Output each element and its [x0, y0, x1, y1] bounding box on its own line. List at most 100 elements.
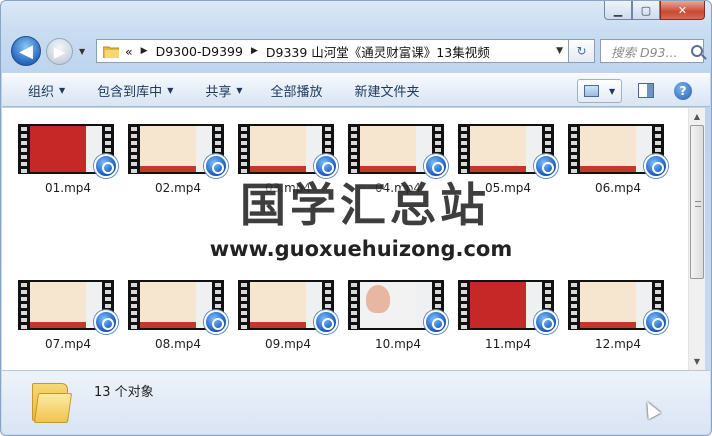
view-icon — [584, 85, 599, 97]
chevron-down-icon: ▼ — [167, 85, 174, 95]
file-name: 01.mp4 — [44, 181, 92, 195]
file-name: 10.mp4 — [374, 337, 422, 351]
breadcrumb-parent[interactable]: D9300-D9399 — [156, 44, 243, 59]
include-in-library-button[interactable]: 包含到库中 ▼ — [97, 74, 173, 106]
scroll-up-button[interactable]: ▲ — [689, 108, 705, 125]
film-strip — [128, 124, 140, 174]
media-player-icon — [424, 310, 448, 334]
media-player-icon — [204, 310, 228, 334]
breadcrumb-separator[interactable]: ▶ — [141, 46, 148, 56]
back-button[interactable]: ◀ — [11, 36, 41, 66]
file-item[interactable]: 11.mp4 — [458, 280, 562, 360]
media-player-icon — [534, 154, 558, 178]
media-player-icon — [314, 310, 338, 334]
film-strip — [568, 124, 580, 174]
new-folder-button[interactable]: 新建文件夹 — [355, 74, 420, 106]
file-item[interactable]: 02.mp4 — [128, 124, 232, 204]
file-name: 06.mp4 — [594, 181, 642, 195]
share-label: 共享 — [205, 84, 232, 100]
scrollbar-grip — [695, 201, 701, 207]
file-item[interactable]: 12.mp4 — [568, 280, 672, 360]
breadcrumb-separator[interactable]: ▶ — [251, 46, 258, 56]
help-button[interactable]: ? — [674, 82, 692, 100]
search-placeholder: 搜索 D93... — [611, 44, 678, 60]
media-player-icon — [644, 154, 668, 178]
file-item[interactable]: 06.mp4 — [568, 124, 672, 204]
video-frame — [140, 282, 212, 328]
item-count: 13 个对象 — [94, 385, 154, 400]
file-name: 11.mp4 — [484, 337, 532, 351]
refresh-icon: ↻ — [576, 44, 587, 58]
file-name: 09.mp4 — [264, 337, 312, 351]
film-strip — [128, 280, 140, 330]
new-folder-label: 新建文件夹 — [354, 84, 420, 100]
file-item[interactable]: 08.mp4 — [128, 280, 232, 360]
file-name: 02.mp4 — [154, 181, 202, 195]
organize-label: 组织 — [28, 84, 55, 100]
video-frame — [250, 282, 322, 328]
video-frame — [580, 282, 652, 328]
file-name: 08.mp4 — [154, 337, 202, 351]
file-item[interactable]: 07.mp4 — [18, 280, 122, 360]
film-strip — [348, 124, 360, 174]
media-player-icon — [94, 310, 118, 334]
video-frame — [140, 126, 212, 172]
film-strip — [238, 280, 250, 330]
video-frame — [470, 282, 542, 328]
media-player-icon — [534, 310, 558, 334]
play-all-button[interactable]: 全部播放 — [271, 74, 323, 106]
scrollbar-thumb[interactable] — [690, 125, 704, 279]
film-strip — [568, 280, 580, 330]
file-item[interactable]: 01.mp4 — [18, 124, 122, 204]
refresh-button[interactable]: ↻ — [569, 39, 595, 63]
back-arrow-icon: ◀ — [19, 40, 33, 62]
search-input[interactable]: 搜索 D93... — [600, 39, 704, 63]
film-strip — [458, 124, 470, 174]
film-strip — [348, 280, 360, 330]
folder-icon — [30, 379, 73, 423]
breadcrumb-current[interactable]: D9339 山河堂《通灵财富课》13集视频 — [266, 42, 490, 61]
person-image — [366, 285, 390, 313]
chevron-down-icon: ▼ — [609, 86, 616, 96]
maximize-button[interactable]: ▢ — [632, 1, 660, 20]
organize-button[interactable]: 组织 ▼ — [28, 74, 65, 106]
change-view-button[interactable]: ▼ — [577, 79, 622, 103]
address-dropdown-icon[interactable]: ▼ — [556, 46, 563, 56]
command-bar: 组织 ▼ 包含到库中 ▼ 共享 ▼ 全部播放 新建文件夹 ▼ ? — [2, 73, 710, 107]
video-frame — [250, 126, 322, 172]
preview-pane-button[interactable] — [638, 83, 654, 98]
vertical-scrollbar[interactable]: ▲ ▼ — [688, 108, 705, 370]
minimize-button[interactable]: ▁ — [604, 1, 632, 20]
file-name: 07.mp4 — [44, 337, 92, 351]
share-button[interactable]: 共享 ▼ — [205, 74, 242, 106]
forward-arrow-icon: ▶ — [53, 42, 66, 61]
chevron-down-icon: ▼ — [59, 85, 66, 95]
include-in-library-label: 包含到库中 — [97, 84, 163, 100]
address-bar[interactable]: « ▶ D9300-D9399 ▶ D9339 山河堂《通灵财富课》13集视频 … — [96, 39, 569, 63]
navigation-bar: ◀ ▶ ▼ « ▶ D9300-D9399 ▶ D9339 山河堂《通灵财富课》… — [1, 35, 711, 67]
video-frame — [470, 126, 542, 172]
film-strip — [18, 124, 30, 174]
media-player-icon — [644, 310, 668, 334]
recent-pages-dropdown[interactable]: ▼ — [79, 47, 85, 56]
video-frame — [360, 126, 432, 172]
watermark-title: 国学汇总站 — [240, 178, 490, 232]
address-overflow-button[interactable]: « — [125, 44, 133, 59]
folder-icon — [102, 45, 120, 58]
help-icon: ? — [679, 84, 687, 98]
caption-buttons: ▁ ▢ ✕ — [604, 1, 705, 22]
watermark-url: www.guoxuehuizong.com — [209, 237, 513, 261]
file-item[interactable]: 10.mp4 — [348, 280, 452, 360]
explorer-window: ▁ ▢ ✕ ◀ ▶ ▼ « ▶ D9300-D9399 ▶ D9339 山河堂《… — [0, 0, 712, 436]
film-strip — [458, 280, 470, 330]
film-strip — [18, 280, 30, 330]
video-frame — [30, 126, 102, 172]
close-button[interactable]: ✕ — [660, 1, 705, 20]
file-item[interactable]: 09.mp4 — [238, 280, 342, 360]
scroll-down-button[interactable]: ▼ — [689, 353, 705, 370]
forward-button[interactable]: ▶ — [46, 38, 73, 65]
chevron-down-icon: ▼ — [236, 85, 243, 95]
file-name: 12.mp4 — [594, 337, 642, 351]
film-strip — [238, 124, 250, 174]
video-frame — [30, 282, 102, 328]
